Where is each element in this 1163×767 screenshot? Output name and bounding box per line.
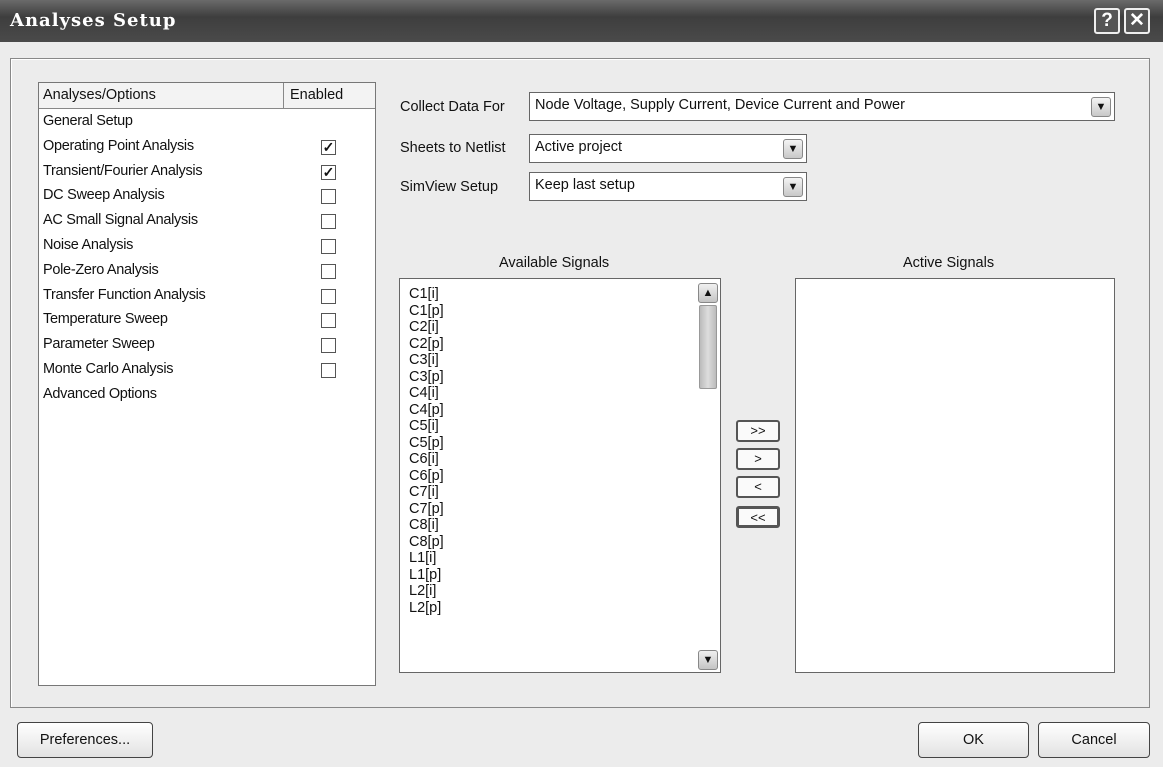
help-button[interactable]: ?	[1094, 8, 1120, 34]
available-signals-list[interactable]: C1[i] C1[p] C2[i] C2[p] C3[i] C3[p] C4[i] C4[p]…	[399, 278, 721, 673]
signal-item[interactable]: C6[i]	[409, 451, 439, 467]
header-enabled[interactable]: Enabled	[290, 87, 343, 103]
analysis-item[interactable]: General Setup	[43, 113, 133, 129]
active-signals-label: Active Signals	[903, 255, 995, 271]
simview-setup-label: SimView Setup	[400, 179, 499, 195]
enabled-checkbox[interactable]: ✓	[321, 164, 336, 180]
available-signals-label: Available Signals	[499, 255, 610, 271]
enabled-checkbox[interactable]	[321, 214, 336, 230]
analysis-item[interactable]: Temperature Sweep	[43, 311, 168, 327]
signal-item[interactable]: C5[i]	[409, 418, 439, 434]
add-signal-button[interactable]: >	[736, 448, 780, 470]
list-header: Analyses/Options Enabled	[39, 83, 375, 109]
enabled-checkbox[interactable]	[321, 288, 336, 304]
analysis-item[interactable]: Pole-Zero Analysis	[43, 262, 159, 278]
analysis-item[interactable]: Parameter Sweep	[43, 336, 155, 352]
signal-item[interactable]: C8[p]	[409, 534, 444, 550]
analysis-item[interactable]: AC Small Signal Analysis	[43, 212, 198, 228]
signal-item[interactable]: C7[p]	[409, 501, 444, 517]
enabled-checkbox[interactable]	[321, 313, 336, 329]
signal-item[interactable]: C6[p]	[409, 468, 444, 484]
chevron-down-icon[interactable]: ▼	[783, 139, 803, 159]
window-title: Analyses Setup	[10, 10, 177, 31]
collect-data-label: Collect Data For	[400, 99, 505, 115]
add-all-signals-button[interactable]: >>	[736, 420, 780, 442]
signal-item[interactable]: L2[i]	[409, 583, 436, 599]
analysis-item[interactable]: Advanced Options	[43, 386, 157, 402]
collect-data-value: Node Voltage, Supply Current, Device Cur…	[535, 97, 905, 113]
enabled-checkbox[interactable]	[321, 363, 336, 378]
scroll-up-icon[interactable]: ▲	[698, 283, 718, 303]
collect-data-select[interactable]: Node Voltage, Supply Current, Device Cur…	[529, 92, 1115, 121]
simview-setup-value: Keep last setup	[535, 177, 635, 193]
enabled-checkbox[interactable]: ✓	[321, 139, 336, 155]
signal-item[interactable]: C3[p]	[409, 369, 444, 385]
signal-item[interactable]: C7[i]	[409, 484, 439, 500]
chevron-down-icon[interactable]: ▼	[1091, 97, 1111, 117]
scrollbar-thumb[interactable]	[699, 305, 717, 389]
cancel-button[interactable]: Cancel	[1038, 722, 1150, 758]
signal-item[interactable]: L1[p]	[409, 567, 441, 583]
close-button[interactable]: ✕	[1124, 8, 1150, 34]
signal-item[interactable]: L2[p]	[409, 600, 441, 616]
sheets-to-netlist-select[interactable]: Active project ▼	[529, 134, 807, 163]
enabled-checkbox[interactable]	[321, 263, 336, 279]
signal-item[interactable]: L1[i]	[409, 550, 436, 566]
signal-item[interactable]: C1[i]	[409, 286, 439, 302]
analysis-item[interactable]: Monte Carlo Analysis	[43, 361, 174, 377]
chevron-down-icon[interactable]: ▼	[783, 177, 803, 197]
enabled-checkbox[interactable]	[321, 189, 336, 205]
preferences-button[interactable]: Preferences...	[17, 722, 153, 758]
active-signals-list[interactable]	[795, 278, 1115, 673]
remove-all-signals-button[interactable]: <<	[736, 506, 780, 528]
sheets-to-netlist-label: Sheets to Netlist	[400, 140, 506, 156]
signal-item[interactable]: C3[i]	[409, 352, 439, 368]
enabled-checkbox[interactable]	[321, 239, 336, 254]
signal-item[interactable]: C1[p]	[409, 303, 444, 319]
signal-item[interactable]: C2[i]	[409, 319, 439, 335]
signal-item[interactable]: C4[p]	[409, 402, 444, 418]
header-analyses-options[interactable]: Analyses/Options	[43, 87, 156, 103]
analysis-item[interactable]: Operating Point Analysis	[43, 138, 194, 154]
sheets-to-netlist-value: Active project	[535, 139, 623, 155]
analysis-item[interactable]: DC Sweep Analysis	[43, 187, 165, 203]
signal-item[interactable]: C5[p]	[409, 435, 444, 451]
simview-setup-select[interactable]: Keep last setup ▼	[529, 172, 807, 201]
ok-button[interactable]: OK	[918, 722, 1029, 758]
enabled-checkbox[interactable]	[321, 338, 336, 354]
signal-item[interactable]: C2[p]	[409, 336, 444, 352]
scroll-down-icon[interactable]: ▼	[698, 650, 718, 670]
signal-item[interactable]: C4[i]	[409, 385, 439, 401]
analysis-item[interactable]: Transfer Function Analysis	[43, 287, 206, 303]
signal-item[interactable]: C8[i]	[409, 517, 439, 533]
header-divider	[283, 83, 284, 109]
analysis-item[interactable]: Transient/Fourier Analysis	[43, 163, 203, 179]
remove-signal-button[interactable]: <	[736, 476, 780, 498]
analysis-item[interactable]: Noise Analysis	[43, 237, 133, 253]
analyses-list[interactable]: Analyses/Options Enabled General Setup Op…	[38, 82, 376, 686]
